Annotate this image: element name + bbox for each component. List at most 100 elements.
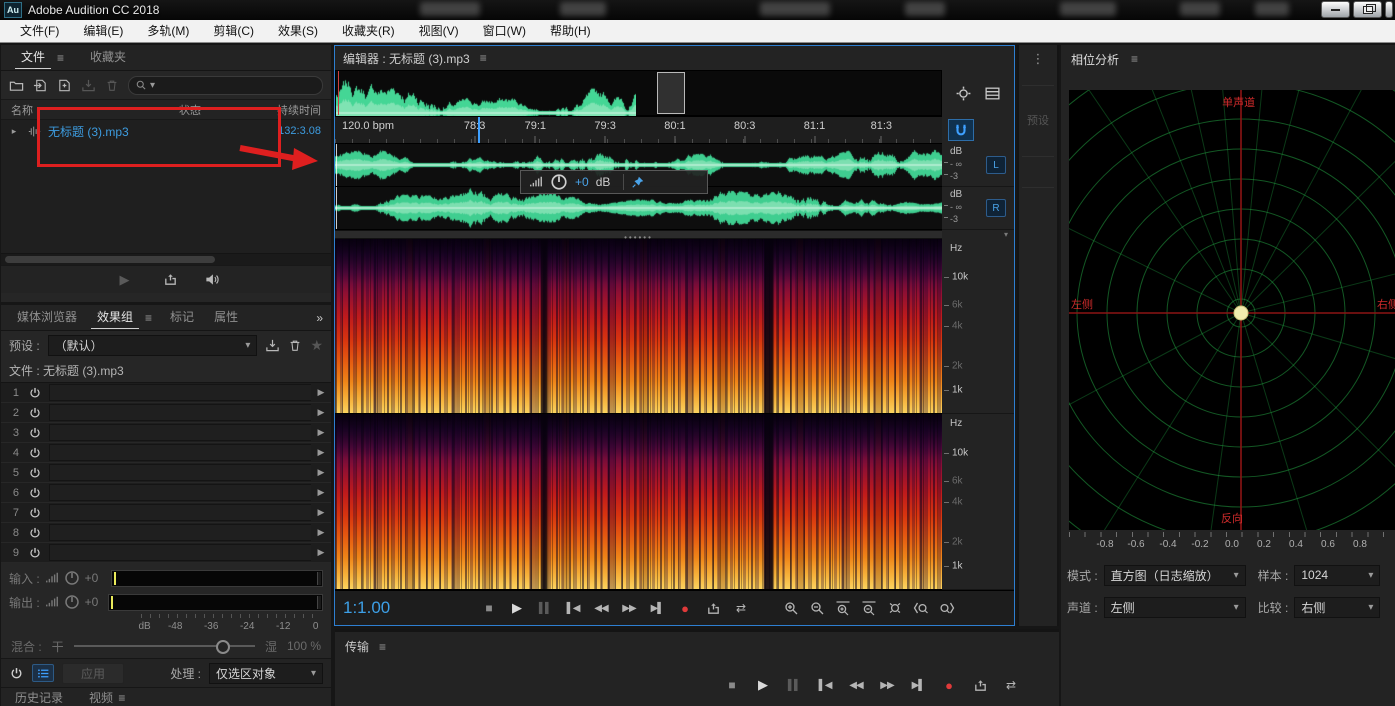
power-icon[interactable]: [23, 386, 47, 400]
close-button[interactable]: [1385, 1, 1393, 18]
delete-file-icon[interactable]: [105, 78, 119, 93]
play-button[interactable]: ▶: [505, 597, 529, 619]
stop-button[interactable]: ■: [720, 674, 744, 696]
tab-favorites[interactable]: 收藏夹: [80, 45, 136, 70]
power-icon[interactable]: [23, 406, 47, 420]
tab-effects-rack[interactable]: 效果组: [87, 305, 143, 330]
slot-arrow-icon[interactable]: ▶: [311, 467, 331, 478]
rewind-button[interactable]: ◀◀: [589, 597, 613, 619]
input-gain-knob[interactable]: [64, 570, 80, 586]
tab-files[interactable]: 文件: [11, 45, 55, 70]
search-input[interactable]: ▾: [128, 76, 323, 95]
skip-selection-button[interactable]: ⇄: [729, 597, 753, 619]
tab-history[interactable]: 历史记录: [15, 689, 63, 706]
compare-dropdown[interactable]: 右侧 ▾: [1294, 597, 1380, 618]
record-button[interactable]: ●: [673, 597, 697, 619]
skip-to-start-button[interactable]: ▌◀: [561, 597, 585, 619]
panel-menu-icon[interactable]: ≡: [379, 640, 386, 654]
effect-slot[interactable]: 2▶: [1, 403, 331, 423]
fast-forward-button[interactable]: ▶▶: [617, 597, 641, 619]
apply-button[interactable]: 应用: [62, 663, 124, 684]
horizontal-scrollbar[interactable]: [1, 253, 331, 265]
rack-power-icon[interactable]: [9, 666, 24, 681]
power-icon[interactable]: [23, 506, 47, 520]
zoom-in-right-button[interactable]: [935, 597, 959, 619]
power-icon[interactable]: [23, 526, 47, 540]
left-channel-button[interactable]: L: [986, 156, 1006, 174]
skip-to-end-button[interactable]: ▶▌: [906, 674, 930, 696]
overview-waveform[interactable]: [335, 70, 942, 116]
preview-play-button[interactable]: ▶: [113, 269, 137, 291]
loop-playback-icon[interactable]: [163, 272, 178, 287]
right-channel-button[interactable]: R: [986, 199, 1006, 217]
pin-hud-icon[interactable]: [631, 175, 645, 189]
slot-arrow-icon[interactable]: ▶: [311, 527, 331, 538]
range-grid-icon[interactable]: [984, 85, 1001, 102]
mix-slider[interactable]: [74, 645, 255, 647]
pause-button[interactable]: ▌▌: [533, 597, 557, 619]
timeline-ruler[interactable]: 120.0 bpm 78:3 79:1 79:3 80:1 80:3 81:1 …: [335, 116, 942, 144]
power-icon[interactable]: [23, 546, 47, 560]
record-button[interactable]: ●: [937, 674, 961, 696]
mode-dropdown[interactable]: 直方图（日志缩放） ▾: [1104, 565, 1246, 586]
sample-dropdown[interactable]: 1024 ▾: [1294, 565, 1380, 586]
power-icon[interactable]: [23, 486, 47, 500]
menu-item-favorites[interactable]: 收藏夹(R): [330, 20, 407, 43]
skip-to-start-button[interactable]: ▌◀: [813, 674, 837, 696]
scale-menu-icon[interactable]: ▾: [1004, 230, 1008, 239]
panel-menu-icon[interactable]: ≡: [57, 51, 64, 65]
menu-item-multitrack[interactable]: 多轨(M): [135, 20, 201, 43]
tab-properties[interactable]: 属性: [204, 305, 248, 330]
menu-item-effects[interactable]: 效果(S): [266, 20, 330, 43]
overview-viewport-box[interactable]: [657, 72, 685, 114]
gain-knob[interactable]: [550, 173, 568, 191]
slot-arrow-icon[interactable]: ▶: [311, 447, 331, 458]
slot-arrow-icon[interactable]: ▶: [311, 387, 331, 398]
skip-to-end-button[interactable]: ▶▌: [645, 597, 669, 619]
tab-video[interactable]: 视频: [89, 691, 113, 705]
slot-arrow-icon[interactable]: ▶: [311, 427, 331, 438]
play-button[interactable]: ▶: [751, 674, 775, 696]
new-file-icon[interactable]: [57, 78, 72, 93]
panel-options-icon[interactable]: ⋮: [1019, 45, 1057, 67]
insert-multitrack-icon[interactable]: [81, 78, 96, 93]
minimize-button[interactable]: [1321, 1, 1350, 18]
effect-slot[interactable]: 1▶: [1, 383, 331, 403]
delete-preset-icon[interactable]: [288, 338, 302, 353]
spectrogram-right-channel[interactable]: [335, 414, 942, 590]
auto-play-speaker-icon[interactable]: [204, 272, 220, 287]
effect-slot[interactable]: 6▶: [1, 483, 331, 503]
scrollbar-thumb[interactable]: [5, 256, 215, 263]
zoom-out-width-button[interactable]: [857, 597, 881, 619]
menu-item-file[interactable]: 文件(F): [8, 20, 71, 43]
pause-button[interactable]: ▌▌: [782, 674, 806, 696]
zoom-in-button[interactable]: [779, 597, 803, 619]
preset-dropdown[interactable]: （默认） ▾: [48, 335, 258, 356]
save-preset-icon[interactable]: [265, 338, 280, 353]
mix-slider-handle[interactable]: [216, 640, 230, 654]
menu-item-help[interactable]: 帮助(H): [538, 20, 603, 43]
slot-arrow-icon[interactable]: ▶: [311, 407, 331, 418]
loop-playback-button[interactable]: [968, 674, 992, 696]
more-tabs-icon[interactable]: »: [316, 311, 323, 325]
effect-slot[interactable]: 4▶: [1, 443, 331, 463]
panel-menu-icon[interactable]: ≡: [480, 51, 487, 65]
import-file-icon[interactable]: [33, 78, 48, 93]
menu-item-view[interactable]: 视图(V): [407, 20, 471, 43]
zoom-in-width-button[interactable]: [831, 597, 855, 619]
collapsed-presets-label[interactable]: 预设: [1019, 112, 1057, 128]
effect-slot[interactable]: 3▶: [1, 423, 331, 443]
expander-icon[interactable]: ▸: [1, 126, 27, 137]
wave-spectral-splitter[interactable]: ••••••: [335, 230, 942, 239]
zoom-in-left-button[interactable]: [909, 597, 933, 619]
spectrogram-left-channel[interactable]: [335, 239, 942, 414]
slot-arrow-icon[interactable]: ▶: [311, 487, 331, 498]
power-icon[interactable]: [23, 446, 47, 460]
zoom-navigate-icon[interactable]: [955, 85, 972, 102]
tab-media-browser[interactable]: 媒体浏览器: [7, 305, 87, 330]
loop-playback-button[interactable]: [701, 597, 725, 619]
gain-hud[interactable]: +0 dB: [520, 170, 708, 194]
skip-selection-button[interactable]: ⇄: [999, 674, 1023, 696]
panel-menu-icon[interactable]: ≡: [145, 311, 152, 325]
snap-magnet-toggle[interactable]: [948, 119, 974, 141]
